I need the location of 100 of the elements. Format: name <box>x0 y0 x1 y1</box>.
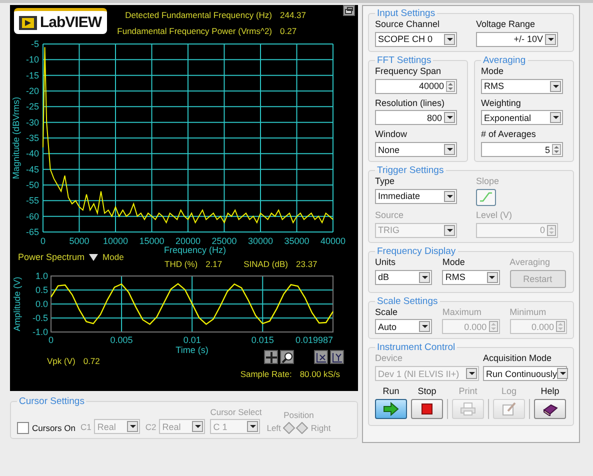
readout-label: Detected Fundamental Frequency (Hz) <box>125 10 272 20</box>
control-label: Weighting <box>481 98 522 108</box>
tick-label: 35000 <box>284 236 310 246</box>
y-scale-button[interactable] <box>330 350 344 364</box>
readout-value: 0.72 <box>83 356 101 366</box>
tick-label: 40000 <box>320 236 346 246</box>
group-title: Cursor Settings <box>18 396 86 407</box>
readout-value: 80.00 kS/s <box>300 369 340 379</box>
help-button[interactable] <box>534 399 566 420</box>
dropdown[interactable]: +/- 10V <box>476 32 558 47</box>
mode-label: Mode <box>102 252 124 262</box>
tick-label: 0.005 <box>110 335 133 345</box>
checkbox-label: Cursors On <box>32 423 76 434</box>
control-label: Cursor Select <box>210 407 262 418</box>
readout-label: SINAD (dB) <box>244 258 288 268</box>
dropdown[interactable]: Immediate <box>375 188 457 204</box>
readout-value: 244.37 <box>280 10 307 20</box>
group-title: Averaging <box>482 54 527 66</box>
tick-label: -30 <box>26 117 39 128</box>
dropdown[interactable]: SCOPE CH 0 <box>375 32 457 47</box>
control-label: Source <box>375 210 405 221</box>
tick-label: -20 <box>26 86 39 96</box>
tick-label: 15000 <box>139 236 164 246</box>
tick-label: 10000 <box>102 236 128 246</box>
x-scale-button[interactable] <box>314 350 328 364</box>
tick-label: 1.0 <box>35 271 48 281</box>
readout-value: 2.17 <box>206 258 224 268</box>
checkbox[interactable] <box>17 422 29 434</box>
control-label: Scale <box>375 306 399 318</box>
readout-label: Sample Rate: <box>240 369 292 379</box>
tick-label: -5 <box>30 39 39 49</box>
button-caption: Log <box>501 386 517 396</box>
control-label: Window <box>375 129 408 140</box>
readout-value: 23.37 <box>296 258 318 268</box>
control-label: Level (V) <box>476 210 514 221</box>
control-label: Slope <box>476 176 500 187</box>
numeric-field[interactable]: 40000 <box>375 78 457 94</box>
tick-label: 20000 <box>175 236 201 246</box>
dropdown[interactable]: None <box>375 142 457 158</box>
control-label: Position <box>284 410 314 420</box>
tick-label: 0.019987 <box>295 335 333 345</box>
run-button[interactable] <box>375 399 407 420</box>
logo-text: LabVIEW <box>40 14 102 31</box>
tick-label: -55 <box>26 196 39 206</box>
tick-label: 0 <box>48 335 54 345</box>
button-caption: Print <box>458 386 478 396</box>
zoom-button[interactable] <box>280 350 294 364</box>
tick-label: 0 <box>40 236 46 246</box>
arrow-icon <box>383 402 399 416</box>
logo-icon <box>19 16 37 30</box>
dropdown[interactable]: Auto <box>375 319 432 334</box>
group-title: Trigger Settings <box>376 165 445 176</box>
spinner-icon[interactable] <box>552 144 561 156</box>
dropdown[interactable]: dB <box>375 270 432 285</box>
stop-button[interactable] <box>411 399 443 420</box>
control-label: Resolution (lines) <box>375 98 446 108</box>
button-caption: Help <box>540 386 560 396</box>
spinner-icon[interactable] <box>446 80 455 92</box>
numeric-field[interactable]: 5 <box>481 142 563 158</box>
printer-icon <box>460 402 476 416</box>
tick-label: -10 <box>26 54 39 65</box>
control-label: Device <box>375 353 404 364</box>
control-label: # of Averages <box>481 129 537 140</box>
tick-label: 25000 <box>212 236 237 246</box>
control-label: C1 <box>80 422 92 432</box>
restore-icon[interactable] <box>343 5 355 16</box>
dropdown[interactable]: Exponential <box>481 110 563 126</box>
note-icon <box>501 402 517 416</box>
tick-label: -60 <box>26 211 39 222</box>
axis-title: Time (s) <box>176 345 208 355</box>
group-title: FFT Settings <box>376 54 432 66</box>
tick-label: -65 <box>26 227 39 237</box>
control-label: Averaging <box>510 256 552 268</box>
tick-label: -40 <box>26 148 39 159</box>
control-label: Frequency Span <box>375 66 442 77</box>
dropdown-arrow-icon <box>88 254 98 260</box>
tick-label: 0.01 <box>183 335 201 345</box>
tick-label: 5000 <box>69 236 90 246</box>
control-label: Minimum <box>510 306 548 318</box>
dropdown[interactable]: RMS <box>442 270 500 285</box>
control-label: Type <box>375 176 396 187</box>
dropdown[interactable]: Run Continuously <box>483 366 567 382</box>
tick-label: -0.5 <box>32 313 48 323</box>
cursor-move-button[interactable] <box>264 350 278 364</box>
button-caption: Run <box>382 386 400 396</box>
button-caption: Stop <box>418 386 436 396</box>
readout-value: 0.27 <box>280 26 298 36</box>
dropdown[interactable]: 800 <box>375 110 457 126</box>
position-right-label: Right <box>310 423 331 434</box>
axis-title: Frequency (Hz) <box>164 245 226 255</box>
control-label: Voltage Range <box>476 19 536 30</box>
dropdown[interactable]: RMS <box>481 78 563 94</box>
group-title: Input Settings <box>376 8 436 19</box>
readout-label: Fundamental Frequency Power (Vrms^2) <box>117 26 272 36</box>
tick-label: -50 <box>26 180 39 190</box>
control-label: Acquisition Mode <box>483 353 553 364</box>
position-left-label: Left <box>266 423 281 434</box>
spectrum-mode-dropdown[interactable]: Power Spectrum <box>18 252 98 262</box>
readout-label: Vpk (V) <box>47 356 76 366</box>
stop-icon <box>419 402 435 416</box>
